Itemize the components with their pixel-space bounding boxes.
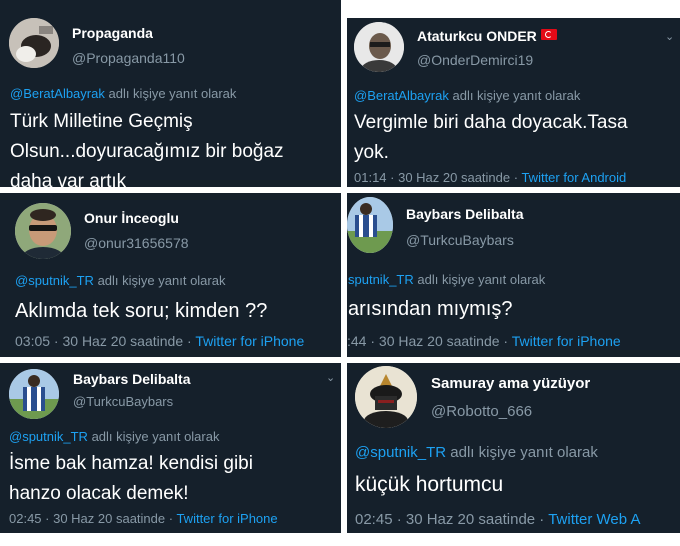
reply-label: adlı kişiye yanıt olarak bbox=[91, 429, 220, 444]
avatar-photo-icon bbox=[9, 18, 59, 68]
reply-label: adlı kişiye yanıt olarak bbox=[97, 273, 226, 288]
avatar-photo-icon bbox=[355, 366, 417, 428]
tweet-card-onder[interactable]: Ataturkcu ONDER ⌄ @OnderDemirci19 @Berat… bbox=[347, 18, 680, 187]
avatar[interactable] bbox=[354, 22, 404, 72]
tweet-card-baybars-1[interactable]: Baybars Delibalta @TurkcuBaybars sputnik… bbox=[347, 193, 680, 357]
reply-context: sputnik_TR adlı kişiye yanıt olarak bbox=[348, 272, 545, 287]
user-handle[interactable]: @TurkcuBaybars bbox=[406, 232, 514, 248]
tweet-text-line: hanzo olacak demek! bbox=[9, 483, 189, 504]
display-name[interactable]: Propaganda bbox=[72, 25, 153, 41]
tweet-meta: 02:45 · 30 Haz 20 saatinde · Twitter Web… bbox=[355, 511, 640, 528]
mention-link[interactable]: @sputnik_TR bbox=[9, 429, 88, 444]
tweet-text-line: Olsun...doyuracağımız bir boğaz bbox=[10, 141, 284, 162]
avatar[interactable] bbox=[355, 366, 417, 428]
display-name-row[interactable]: Ataturkcu ONDER bbox=[417, 28, 557, 44]
avatar-photo-icon bbox=[354, 22, 404, 72]
tweet-card-samuray[interactable]: Samuray ama yüzüyor @Robotto_666 @sputni… bbox=[347, 363, 680, 533]
display-name[interactable]: Onur İnceoglu bbox=[84, 210, 179, 226]
tweet-meta: 03:05 · 30 Haz 20 saatinde · Twitter for… bbox=[15, 333, 304, 349]
tweet-text: Aklımda tek soru; kimden ?? bbox=[15, 296, 267, 326]
display-name[interactable]: Samuray ama yüzüyor bbox=[431, 375, 590, 392]
chevron-down-icon[interactable]: ⌄ bbox=[665, 32, 674, 43]
avatar-photo-icon bbox=[9, 369, 59, 419]
reply-label: adlı kişiye yanıt olarak bbox=[417, 272, 546, 287]
mention-link[interactable]: @BeratAlbayrak bbox=[10, 86, 105, 101]
tweet-text-line: daha var artık bbox=[10, 171, 127, 187]
timestamp[interactable]: :44 · 30 Haz 20 saatinde · bbox=[347, 333, 508, 349]
tweet-text-line: arısından mıymış? bbox=[348, 298, 513, 320]
display-name[interactable]: Baybars Delibalta bbox=[73, 371, 191, 387]
display-name[interactable]: Ataturkcu ONDER bbox=[417, 28, 537, 44]
chevron-down-icon[interactable]: ⌄ bbox=[326, 373, 335, 384]
tweet-meta: 01:14 · 30 Haz 20 saatinde · Twitter for… bbox=[354, 170, 626, 185]
tweet-meta: :44 · 30 Haz 20 saatinde · Twitter for i… bbox=[347, 333, 621, 349]
user-handle[interactable]: @onur31656578 bbox=[84, 235, 189, 251]
tweet-text-line: Aklımda tek soru; kimden ?? bbox=[15, 300, 268, 322]
user-handle[interactable]: @OnderDemirci19 bbox=[417, 52, 533, 68]
tweet-text-line: Türk Milletine Geçmiş bbox=[10, 111, 193, 132]
avatar[interactable] bbox=[9, 369, 59, 419]
reply-label: adlı kişiye yanıt olarak bbox=[450, 444, 598, 461]
user-handle[interactable]: @TurkcuBaybars bbox=[73, 394, 173, 409]
source-link[interactable]: Twitter Web A bbox=[548, 511, 640, 528]
reply-context: @sputnik_TR adlı kişiye yanıt olarak bbox=[9, 429, 219, 444]
tweet-text: Türk Milletine Geçmiş Olsun...doyuracağı… bbox=[10, 107, 284, 187]
reply-label: adlı kişiye yanıt olarak bbox=[108, 86, 237, 101]
avatar[interactable] bbox=[15, 203, 71, 259]
timestamp[interactable]: 02:45 · 30 Haz 20 saatinde · bbox=[9, 511, 173, 526]
reply-label: adlı kişiye yanıt olarak bbox=[452, 88, 581, 103]
reply-context: @sputnik_TR adlı kişiye yanıt olarak bbox=[15, 273, 225, 288]
tweet-text: İsme bak hamza! kendisi gibi hanzo olaca… bbox=[9, 449, 253, 509]
reply-context: @sputnik_TR adlı kişiye yanıt olarak bbox=[355, 444, 598, 461]
reply-context: @BeratAlbayrak adlı kişiye yanıt olarak bbox=[10, 86, 236, 101]
source-link[interactable]: Twitter for Android bbox=[521, 170, 626, 185]
mention-link[interactable]: sputnik_TR bbox=[348, 272, 414, 287]
source-link[interactable]: Twitter for iPhone bbox=[195, 333, 304, 349]
tweet-meta: 02:45 · 30 Haz 20 saatinde · Twitter for… bbox=[9, 511, 278, 526]
mention-link[interactable]: @sputnik_TR bbox=[355, 444, 446, 461]
tweet-text-line: Vergimle biri daha doyacak.Tasa bbox=[354, 112, 628, 133]
reply-context: @BeratAlbayrak adlı kişiye yanıt olarak bbox=[354, 88, 580, 103]
user-handle[interactable]: @Robotto_666 bbox=[431, 403, 532, 420]
tweet-card-propaganda[interactable]: Propaganda @Propaganda110 @BeratAlbayrak… bbox=[0, 0, 341, 187]
avatar-photo-icon bbox=[15, 203, 71, 259]
timestamp[interactable]: 02:45 · 30 Haz 20 saatinde · bbox=[355, 511, 544, 528]
tweet-card-baybars-2[interactable]: Baybars Delibalta ⌄ @TurkcuBaybars @sput… bbox=[0, 363, 341, 533]
mention-link[interactable]: @sputnik_TR bbox=[15, 273, 94, 288]
tweet-text: Vergimle biri daha doyacak.Tasa yok. bbox=[354, 108, 628, 168]
timestamp[interactable]: 01:14 · 30 Haz 20 saatinde · bbox=[354, 170, 518, 185]
avatar[interactable] bbox=[347, 197, 393, 253]
tweet-text: küçük hortumcu bbox=[355, 470, 503, 500]
tweet-text-line: küçük hortumcu bbox=[355, 473, 504, 496]
display-name[interactable]: Baybars Delibalta bbox=[406, 206, 524, 222]
timestamp[interactable]: 03:05 · 30 Haz 20 saatinde · bbox=[15, 333, 192, 349]
turkey-flag-icon bbox=[540, 29, 557, 40]
tweet-text-line: İsme bak hamza! kendisi gibi bbox=[9, 453, 253, 474]
tweet-text: arısından mıymış? bbox=[348, 294, 513, 324]
tweet-card-onur[interactable]: Onur İnceoglu @onur31656578 @sputnik_TR … bbox=[0, 193, 341, 357]
avatar[interactable] bbox=[9, 18, 59, 68]
source-link[interactable]: Twitter for iPhone bbox=[176, 511, 277, 526]
avatar-photo-icon bbox=[347, 197, 393, 253]
user-handle[interactable]: @Propaganda110 bbox=[72, 50, 185, 66]
mention-link[interactable]: @BeratAlbayrak bbox=[354, 88, 449, 103]
tweet-text-line: yok. bbox=[354, 142, 389, 163]
source-link[interactable]: Twitter for iPhone bbox=[512, 333, 621, 349]
